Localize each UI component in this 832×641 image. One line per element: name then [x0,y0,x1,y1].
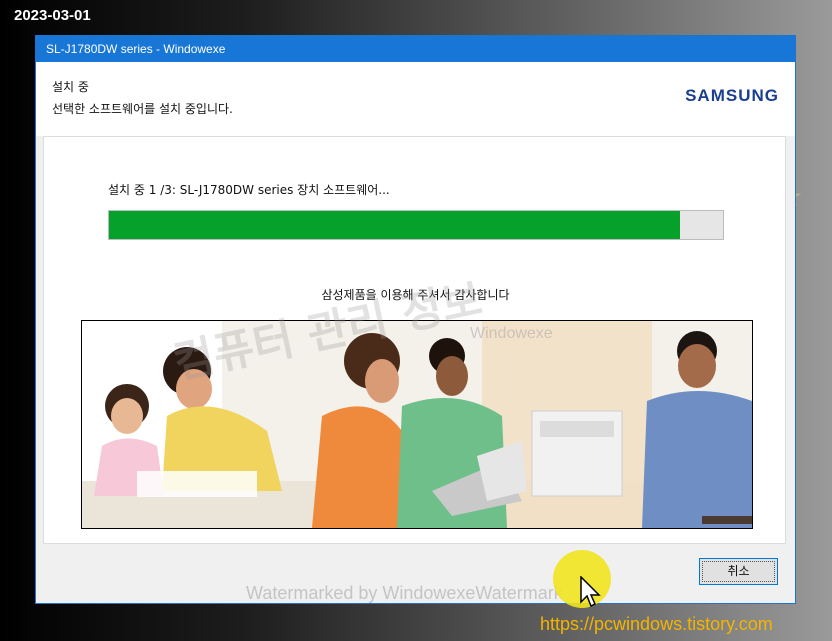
watermark-bottom: Watermarked by WindowexeWatermark [246,583,563,603]
date-label: 2023-03-01 [14,7,91,24]
window-titlebar[interactable]: SL-J1780DW series - Windowexe [36,36,795,62]
samsung-logo: SAMSUNG [685,86,779,105]
mouse-pointer-icon [580,575,602,612]
watermark-mid: Windowexe [470,325,553,342]
cancel-focus-ring [702,561,775,582]
installer-header: 설치 중 선택한 소프트웨어를 설치 중입니다. SAMSUNG [36,62,795,136]
install-progress-fill [109,211,681,239]
header-subtitle: 선택한 소프트웨어를 설치 중입니다. [52,102,233,116]
cancel-button[interactable]: 취소 [699,558,778,585]
blog-url: https://pcwindows.tistory.com [540,614,773,634]
header-title: 설치 중 [52,80,89,94]
installer-body: 설치 중 1 /3: SL-J1780DW series 장치 소프트웨어...… [36,136,795,603]
install-progress-bar [108,210,724,240]
install-status-text: 설치 중 1 /3: SL-J1780DW series 장치 소프트웨어... [108,183,390,197]
